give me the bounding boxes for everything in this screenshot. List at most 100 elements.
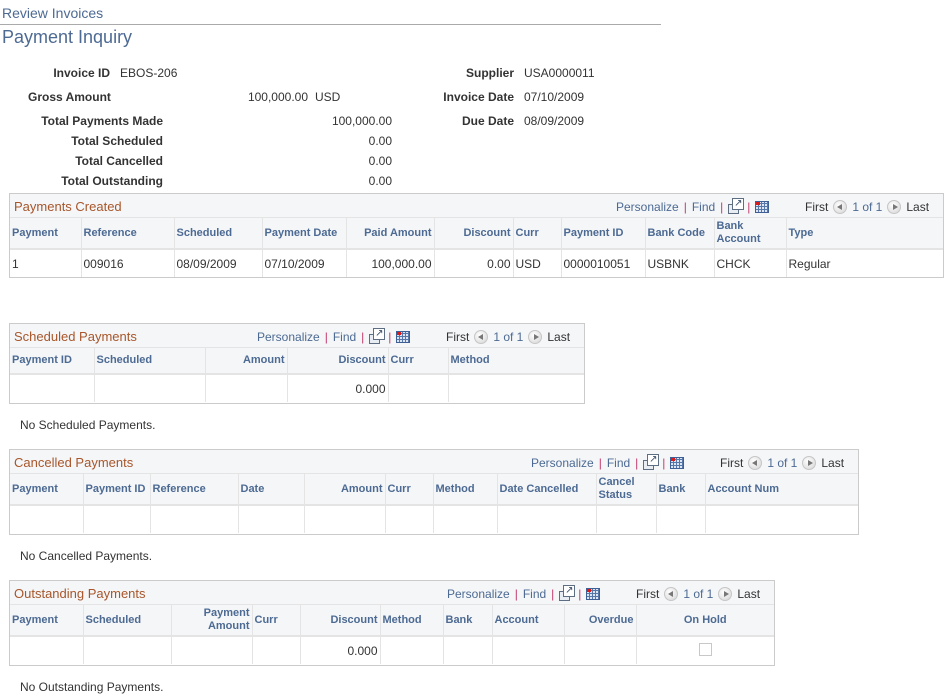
col-payment[interactable]: Payment — [10, 474, 84, 506]
grid-header: Scheduled Payments Personalize | Find | … — [10, 324, 584, 348]
col-payment-date[interactable]: Payment Date — [262, 218, 347, 250]
on-hold-checkbox[interactable] — [698, 642, 712, 656]
last-link[interactable]: Last — [821, 456, 844, 470]
col-cancel-status[interactable]: Cancel Status — [596, 474, 657, 506]
breadcrumb-review-invoices[interactable]: Review Invoices — [2, 5, 103, 21]
cell-curr: USD — [513, 249, 562, 277]
col-scheduled[interactable]: Scheduled — [94, 348, 206, 375]
first-link[interactable]: First — [805, 200, 828, 214]
cell-discount: 0.00 — [434, 249, 514, 277]
col-overdue[interactable]: Overdue — [564, 605, 637, 637]
col-amount[interactable]: Amount — [304, 474, 386, 506]
cell-bank — [656, 505, 706, 533]
download-spreadsheet-icon[interactable] — [670, 457, 685, 469]
col-payment-id[interactable]: Payment ID — [83, 474, 151, 506]
next-icon[interactable] — [528, 330, 543, 344]
col-curr[interactable]: Curr — [388, 348, 449, 375]
total-scheduled-value: 0.00 — [368, 134, 392, 148]
cell-curr — [252, 636, 301, 664]
find-link[interactable]: Find — [692, 200, 715, 214]
previous-icon[interactable] — [833, 200, 848, 214]
last-link[interactable]: Last — [737, 587, 760, 601]
cell-payment-id — [10, 374, 95, 402]
cell-method — [433, 505, 498, 533]
grid-header: Cancelled Payments Personalize | Find | … — [10, 450, 858, 474]
col-on-hold[interactable]: On Hold — [636, 605, 774, 637]
personalize-link[interactable]: Personalize — [616, 200, 679, 214]
col-reference[interactable]: Reference — [81, 218, 175, 250]
col-date[interactable]: Date — [238, 474, 305, 506]
cell-curr — [385, 505, 434, 533]
next-icon[interactable] — [887, 200, 902, 214]
view-all-icon[interactable] — [369, 328, 386, 344]
col-bank-account[interactable]: Bank Account — [714, 218, 787, 250]
grid-title: Cancelled Payments — [14, 455, 134, 470]
cell-payment — [10, 636, 84, 664]
cell-discount: 0.000 — [300, 636, 381, 664]
col-payment[interactable]: Payment — [10, 605, 84, 637]
view-all-icon[interactable] — [643, 454, 660, 470]
cell-bank-code: USBNK — [645, 249, 715, 277]
col-reference[interactable]: Reference — [150, 474, 239, 506]
first-link[interactable]: First — [446, 330, 469, 344]
personalize-link[interactable]: Personalize — [257, 330, 320, 344]
previous-icon[interactable] — [748, 456, 763, 470]
separator: | — [598, 456, 602, 470]
next-icon[interactable] — [802, 456, 817, 470]
table-row: 0.000 — [10, 374, 584, 402]
col-curr[interactable]: Curr — [385, 474, 434, 506]
col-discount[interactable]: Discount — [287, 348, 389, 375]
col-scheduled[interactable]: Scheduled — [174, 218, 263, 250]
col-curr[interactable]: Curr — [252, 605, 301, 637]
col-bank[interactable]: Bank — [443, 605, 493, 637]
table-row — [10, 505, 858, 533]
col-discount[interactable]: Discount — [434, 218, 514, 250]
separator: | — [662, 456, 666, 470]
col-account[interactable]: Account — [492, 605, 565, 637]
col-discount[interactable]: Discount — [300, 605, 381, 637]
last-link[interactable]: Last — [906, 200, 929, 214]
col-type[interactable]: Type — [786, 218, 943, 250]
col-method[interactable]: Method — [448, 348, 584, 375]
payments-created-grid: Payments Created Personalize | Find | | … — [9, 193, 944, 278]
col-date-cancelled[interactable]: Date Cancelled — [497, 474, 597, 506]
last-link[interactable]: Last — [547, 330, 570, 344]
next-icon[interactable] — [718, 587, 733, 601]
cell-scheduled — [94, 374, 206, 402]
cell-scheduled — [83, 636, 172, 664]
first-link[interactable]: First — [636, 587, 659, 601]
personalize-link[interactable]: Personalize — [531, 456, 594, 470]
view-all-icon[interactable] — [728, 198, 745, 214]
col-payment-id[interactable]: Payment ID — [561, 218, 646, 250]
col-bank-code[interactable]: Bank Code — [645, 218, 715, 250]
personalize-link[interactable]: Personalize — [447, 587, 510, 601]
separator: | — [747, 200, 751, 214]
find-link[interactable]: Find — [607, 456, 630, 470]
col-payment[interactable]: Payment — [10, 218, 82, 250]
pager: First 1 of 1 Last — [446, 330, 570, 344]
col-method[interactable]: Method — [380, 605, 444, 637]
col-payment-amount[interactable]: Payment Amount — [171, 605, 253, 637]
separator: | — [683, 200, 687, 214]
col-payment-id[interactable]: Payment ID — [10, 348, 95, 375]
download-spreadsheet-icon[interactable] — [396, 331, 411, 343]
download-spreadsheet-icon[interactable] — [755, 201, 770, 213]
col-account-num[interactable]: Account Num — [705, 474, 858, 506]
table-row: 1 009016 08/09/2009 07/10/2009 100,000.0… — [10, 249, 943, 277]
total-payments-made-value: 100,000.00 — [331, 114, 392, 128]
first-link[interactable]: First — [720, 456, 743, 470]
col-curr[interactable]: Curr — [513, 218, 562, 250]
row-count: 1 of 1 — [852, 200, 883, 214]
col-method[interactable]: Method — [433, 474, 498, 506]
download-spreadsheet-icon[interactable] — [586, 588, 601, 600]
find-link[interactable]: Find — [523, 587, 546, 601]
view-all-icon[interactable] — [559, 585, 576, 601]
cell-curr — [388, 374, 449, 402]
col-amount[interactable]: Amount — [205, 348, 288, 375]
col-paid-amount[interactable]: Paid Amount — [346, 218, 435, 250]
col-scheduled[interactable]: Scheduled — [83, 605, 172, 637]
previous-icon[interactable] — [474, 330, 489, 344]
previous-icon[interactable] — [664, 587, 679, 601]
col-bank[interactable]: Bank — [656, 474, 706, 506]
find-link[interactable]: Find — [333, 330, 356, 344]
